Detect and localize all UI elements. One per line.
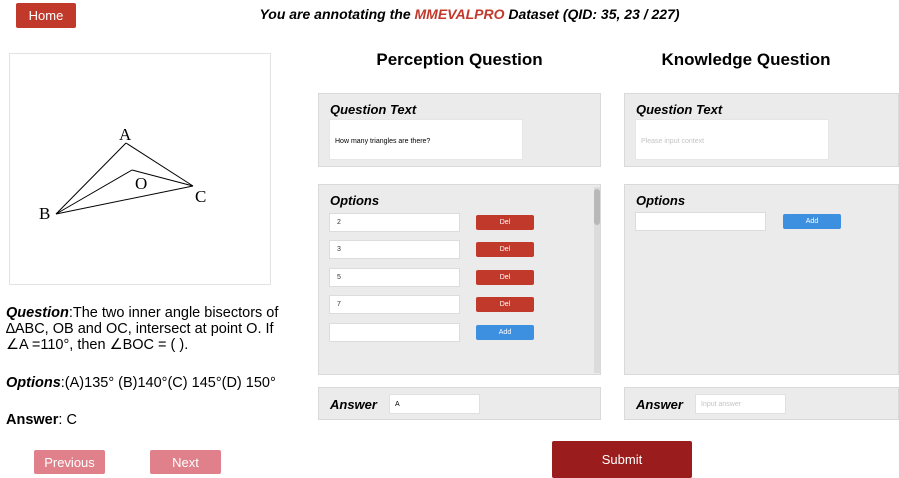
perception-options-label: Options xyxy=(330,193,380,208)
option-delete-button-1[interactable]: Del xyxy=(476,215,534,230)
vertex-b-label: B xyxy=(39,204,50,223)
question-figure: A B C O xyxy=(9,53,271,285)
question-text: Question:The two inner angle bisectors o… xyxy=(6,305,296,353)
knowledge-question-title: Knowledge Question xyxy=(661,50,831,69)
perception-answer-label: Answer xyxy=(330,397,377,412)
knowledge-question-text-panel: Question Text Please input context xyxy=(624,93,899,167)
knowledge-answer-input[interactable]: Input answer xyxy=(695,394,786,414)
option-input-1[interactable]: 2 xyxy=(329,213,460,232)
knowledge-question-text-input[interactable]: Please input context xyxy=(635,119,829,160)
submit-button[interactable]: Submit xyxy=(552,441,692,478)
dataset-name: MMEVALPRO xyxy=(414,6,505,22)
triangle-diagram: A B C O xyxy=(39,125,206,223)
title-prefix: You are annotating the xyxy=(259,6,415,22)
perception-question-text-panel: Question Text How many triangles are the… xyxy=(318,93,601,167)
knowledge-answer-label: Answer xyxy=(636,397,683,412)
option-delete-button-3[interactable]: Del xyxy=(476,270,534,285)
options-body: :(A)135° (B)140°(C) 145°(D) 150° xyxy=(60,375,276,391)
options-scrollbar[interactable] xyxy=(594,187,600,373)
option-delete-button-2[interactable]: Del xyxy=(476,242,534,257)
perception-answer-panel: Answer A xyxy=(318,387,601,420)
option-input-4[interactable]: 7 xyxy=(329,295,460,314)
question-label: Question xyxy=(6,305,69,321)
line-bo xyxy=(55,169,133,215)
scrollbar-thumb[interactable] xyxy=(594,189,600,225)
knowledge-options-label: Options xyxy=(636,193,686,208)
vertex-c-label: C xyxy=(195,187,206,206)
perception-options-panel: Options 2 Del 3 Del 5 Del 7 Del Add xyxy=(318,184,601,375)
knowledge-question-text-label: Question Text xyxy=(636,102,723,117)
line-ba xyxy=(55,142,127,215)
option-delete-button-4[interactable]: Del xyxy=(476,297,534,312)
line-bc xyxy=(55,185,194,215)
knowledge-new-option-input[interactable] xyxy=(635,212,766,231)
perception-question-text-input[interactable]: How many triangles are there? xyxy=(329,119,523,160)
title-suffix: Dataset (QID: 35, 23 / 227) xyxy=(504,6,680,22)
next-button[interactable]: Next xyxy=(150,450,221,474)
perception-answer-input[interactable]: A xyxy=(389,394,480,414)
perception-question-text-label: Question Text xyxy=(330,102,417,117)
previous-button[interactable]: Previous xyxy=(34,450,105,474)
answer-label: Answer xyxy=(6,412,59,428)
answer-text: Answer: C xyxy=(6,412,77,428)
add-option-button[interactable]: Add xyxy=(476,325,534,340)
options-text: Options:(A)135° (B)140°(C) 145°(D) 150° xyxy=(6,375,276,391)
vertex-a-label: A xyxy=(119,125,132,144)
point-o-label: O xyxy=(135,174,147,193)
perception-question-title: Perception Question xyxy=(376,50,543,69)
option-input-3[interactable]: 5 xyxy=(329,268,460,287)
option-input-2[interactable]: 3 xyxy=(329,240,460,259)
page-title: You are annotating the MMEVALPRO Dataset… xyxy=(0,6,899,22)
options-label: Options xyxy=(6,375,61,391)
new-option-input[interactable] xyxy=(329,323,460,342)
answer-body: : C xyxy=(58,412,77,428)
knowledge-add-option-button[interactable]: Add xyxy=(783,214,841,229)
knowledge-options-panel: Options Add xyxy=(624,184,899,375)
knowledge-answer-panel: Answer Input answer xyxy=(624,387,899,420)
